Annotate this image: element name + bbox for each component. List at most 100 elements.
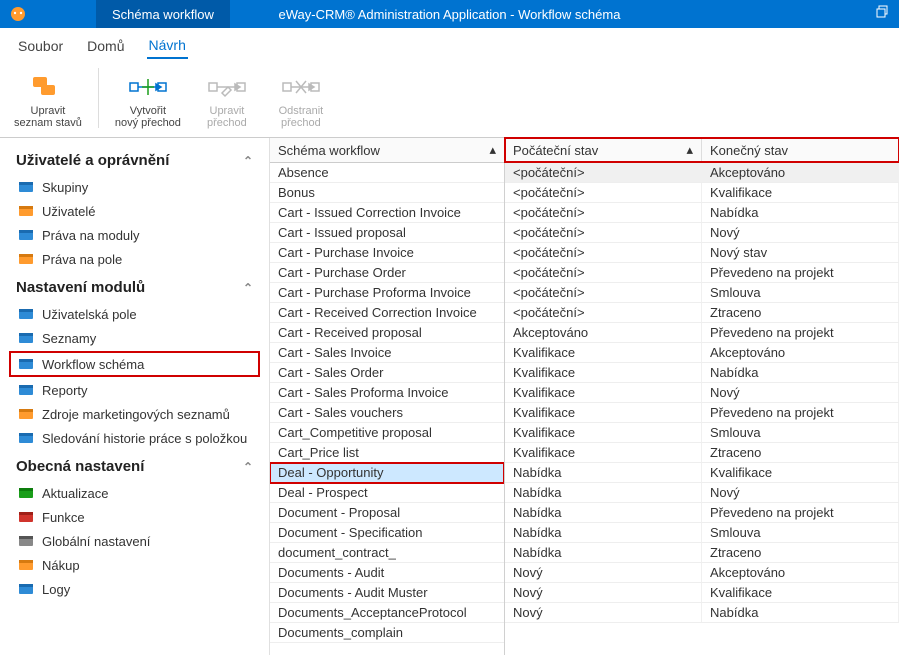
section-label: Uživatelé a oprávnění [16,152,169,169]
transition-row[interactable]: NovýNabídka [505,603,899,623]
sidebar-item-aktualizace[interactable]: Aktualizace [0,481,269,505]
transition-row[interactable]: <počáteční>Ztraceno [505,303,899,323]
schema-row[interactable]: Cart - Issued proposal [270,223,504,243]
column-header-start-state[interactable]: Počáteční stav ▴ [505,138,702,162]
column-header-schema[interactable]: Schéma workflow ▴ [270,138,504,163]
item-label: Práva na moduly [42,228,140,243]
cell-end-state: Nový [702,383,899,402]
transition-row[interactable]: NovýKvalifikace [505,583,899,603]
transition-row[interactable]: <počáteční>Nový [505,223,899,243]
transition-row[interactable]: NovýAkceptováno [505,563,899,583]
cell-end-state: Nový [702,223,899,242]
transition-row[interactable]: KvalifikaceNabídka [505,363,899,383]
sidebar-item-u-ivatelsk-pole[interactable]: Uživatelská pole [0,302,269,326]
schema-row[interactable]: Cart_Competitive proposal [270,423,504,443]
schema-row[interactable]: Cart_Price list [270,443,504,463]
sidebar-item-skupiny[interactable]: Skupiny [0,175,269,199]
sidebar-item-n-kup[interactable]: Nákup [0,553,269,577]
ribbon: Upravit seznam stavů Vytvořit nový přech… [0,58,899,138]
sidebar-item-funkce[interactable]: Funkce [0,505,269,529]
transition-row[interactable]: KvalifikaceAkceptováno [505,343,899,363]
transition-row[interactable]: KvalifikaceZtraceno [505,443,899,463]
sidebar-item-pr-va-na-moduly[interactable]: Práva na moduly [0,223,269,247]
transition-row[interactable]: NabídkaKvalifikace [505,463,899,483]
transition-row[interactable]: KvalifikacePřevedeno na projekt [505,403,899,423]
section-module-settings[interactable]: Nastavení modulů ⌃ [0,271,269,302]
item-icon [18,533,34,549]
transitions-grid: Počáteční stav ▴ Konečný stav <počáteční… [505,138,899,655]
item-label: Práva na pole [42,252,122,267]
schema-row[interactable]: Documents_complain [270,623,504,643]
transition-row[interactable]: NabídkaPřevedeno na projekt [505,503,899,523]
section-general-settings[interactable]: Obecná nastavení ⌃ [0,450,269,481]
transition-row[interactable]: <počáteční>Smlouva [505,283,899,303]
schema-row[interactable]: Cart - Issued Correction Invoice [270,203,504,223]
cell-start-state: <počáteční> [505,303,702,322]
transition-row[interactable]: <počáteční>Nabídka [505,203,899,223]
schema-row[interactable]: Documents - Audit [270,563,504,583]
schema-row[interactable]: Documents - Audit Muster [270,583,504,603]
schema-row[interactable]: Cart - Sales Order [270,363,504,383]
label: Upravit [31,105,66,117]
schema-row[interactable]: Cart - Purchase Proforma Invoice [270,283,504,303]
schema-row[interactable]: Bonus [270,183,504,203]
section-label: Nastavení modulů [16,279,145,296]
sidebar-item-pr-va-na-pole[interactable]: Práva na pole [0,247,269,271]
sidebar-item-sledov-n-historie-pr-ce-s-polo-kou[interactable]: Sledování historie práce s položkou [0,426,269,450]
section-users-permissions[interactable]: Uživatelé a oprávnění ⌃ [0,144,269,175]
sidebar-item-glob-ln-nastaven-[interactable]: Globální nastavení [0,529,269,553]
item-label: Uživatelé [42,204,95,219]
delete-transition-button: Odstranit přechod [271,64,331,131]
tab-design[interactable]: Návrh [147,33,188,59]
schema-row[interactable]: Document - Proposal [270,503,504,523]
schema-row[interactable]: Absence [270,163,504,183]
sidebar-item-u-ivatel-[interactable]: Uživatelé [0,199,269,223]
schema-row[interactable]: Cart - Purchase Order [270,263,504,283]
sort-asc-icon: ▴ [489,142,496,158]
schema-row[interactable]: Cart - Purchase Invoice [270,243,504,263]
cell-end-state: Nabídka [702,203,899,222]
transition-row[interactable]: KvalifikaceSmlouva [505,423,899,443]
schema-row[interactable]: Cart - Sales Proforma Invoice [270,383,504,403]
transition-row[interactable]: <počáteční>Akceptováno [505,163,899,183]
schema-row[interactable]: Cart - Received proposal [270,323,504,343]
transition-row[interactable]: NabídkaZtraceno [505,543,899,563]
cell-start-state: <počáteční> [505,263,702,282]
restore-window-icon[interactable] [875,4,891,20]
transition-row[interactable]: <počáteční>Kvalifikace [505,183,899,203]
schema-row[interactable]: Cart - Received Correction Invoice [270,303,504,323]
transition-row[interactable]: KvalifikaceNový [505,383,899,403]
cell-start-state: Nový [505,563,702,582]
edit-state-list-button[interactable]: Upravit seznam stavů [12,64,84,131]
schema-row[interactable]: Documents_AcceptanceProtocol [270,603,504,623]
schema-row[interactable]: Document - Specification [270,523,504,543]
cell-end-state: Kvalifikace [702,583,899,602]
sidebar-item-workflow-sch-ma[interactable]: Workflow schéma [10,352,259,376]
new-transition-button[interactable]: Vytvořit nový přechod [113,64,183,131]
transition-row[interactable]: NabídkaNový [505,483,899,503]
transition-row[interactable]: <počáteční>Převedeno na projekt [505,263,899,283]
transition-row[interactable]: <počáteční>Nový stav [505,243,899,263]
label: přechod [207,117,247,129]
sidebar-item-reporty[interactable]: Reporty [0,378,269,402]
cell-start-state: Kvalifikace [505,363,702,382]
cell-start-state: Kvalifikace [505,423,702,442]
transition-row[interactable]: AkceptovánoPřevedeno na projekt [505,323,899,343]
tab-file[interactable]: Soubor [16,34,65,58]
cell-end-state: Smlouva [702,423,899,442]
schema-list-body[interactable]: AbsenceBonusCart - Issued Correction Inv… [270,163,504,655]
sidebar-item-logy[interactable]: Logy [0,577,269,601]
schema-row[interactable]: Deal - Prospect [270,483,504,503]
tab-home[interactable]: Domů [85,34,126,58]
sidebar-item-seznamy[interactable]: Seznamy [0,326,269,350]
grid-body[interactable]: <počáteční>Akceptováno<počáteční>Kvalifi… [505,163,899,655]
schema-row[interactable]: Deal - Opportunity [270,463,504,483]
column-header-end-state[interactable]: Konečný stav [702,138,899,162]
schema-row[interactable]: document_contract_ [270,543,504,563]
transition-row[interactable]: NabídkaSmlouva [505,523,899,543]
window-title: eWay-CRM® Administration Application - W… [279,7,621,22]
schema-row[interactable]: Cart - Sales vouchers [270,403,504,423]
sidebar-item-zdroje-marketingov-ch-seznam-[interactable]: Zdroje marketingových seznamů [0,402,269,426]
context-tab-workflow[interactable]: Schéma workflow [96,0,230,28]
schema-row[interactable]: Cart - Sales Invoice [270,343,504,363]
